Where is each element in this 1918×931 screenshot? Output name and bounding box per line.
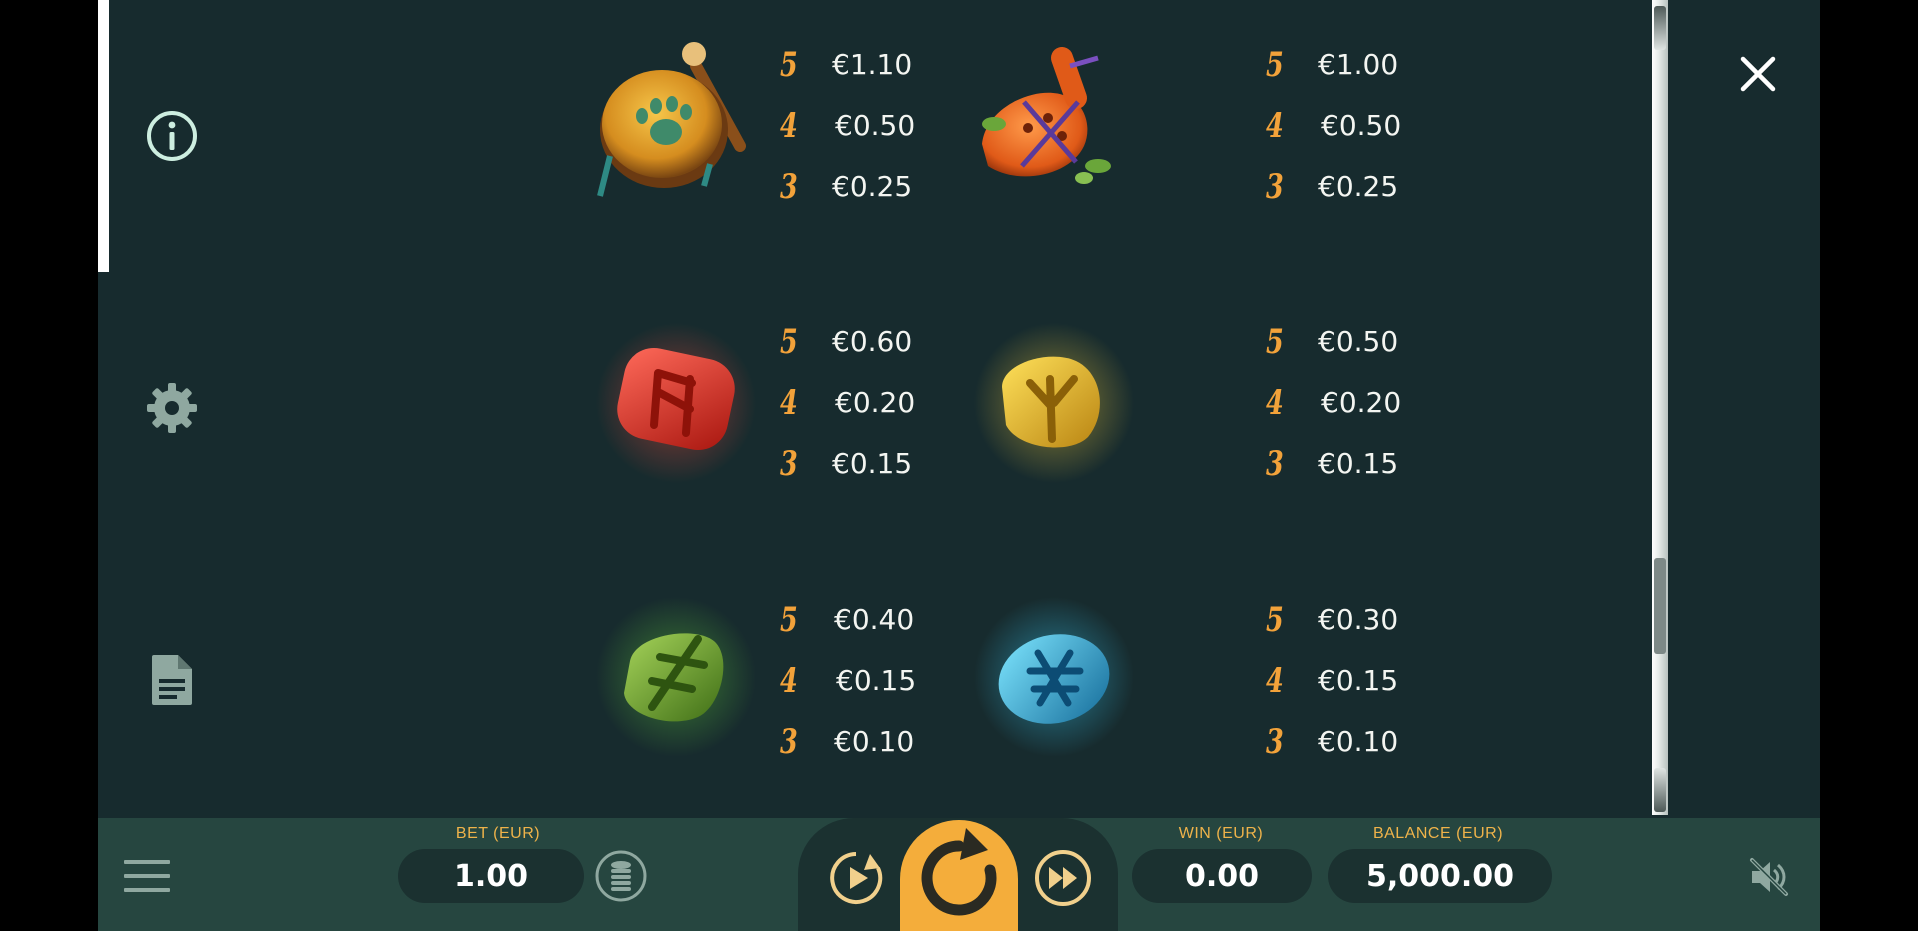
active-section-indicator	[98, 0, 109, 272]
game-window: 5 €1.10 4 €0.50 3 €0.25 5 €1.00 4 €0.50 …	[98, 0, 1820, 931]
pay-value: €0.50	[1321, 109, 1402, 142]
pay-count: 3	[780, 167, 798, 207]
green-rune-symbol	[580, 591, 756, 767]
balance-label: BALANCE (EUR)	[1372, 825, 1504, 842]
pay-row: 3 €0.25	[780, 167, 960, 207]
yellow-rune-symbol	[958, 313, 1134, 489]
autoplay-icon[interactable]	[826, 848, 886, 908]
blue-rune-symbol	[958, 591, 1134, 767]
pay-count: 5	[1266, 600, 1284, 640]
pay-value: €0.20	[835, 386, 916, 419]
bet-value[interactable]: 1.00	[398, 849, 584, 903]
paytable-entry: 5 €1.10 4 €0.50 3 €0.25	[580, 36, 960, 226]
bottom-control-bar: BET (EUR) 1.00 WIN (EUR) 0.00 BALANCE (E…	[98, 818, 1820, 931]
spin-button[interactable]	[900, 820, 1018, 931]
coin-stack-icon[interactable]	[594, 849, 648, 903]
scrollbar-bottom-fade	[1654, 768, 1666, 812]
pay-value: €0.60	[832, 325, 913, 358]
turbo-fast-forward-icon[interactable]	[1033, 848, 1093, 908]
settings-gear-icon[interactable]	[144, 380, 200, 436]
pay-value: €1.10	[832, 48, 913, 81]
pay-value: €0.20	[1321, 386, 1402, 419]
pay-row: 5 €1.10	[780, 45, 960, 85]
pay-row: 4 €0.15	[1266, 661, 1446, 701]
pay-count: 3	[1266, 167, 1284, 207]
menu-icon[interactable]	[124, 858, 170, 894]
bet-label: BET (EUR)	[455, 825, 541, 842]
ocarina-symbol	[958, 36, 1134, 212]
pay-row: 3 €0.10	[1266, 722, 1446, 762]
balance-value: 5,000.00	[1328, 849, 1552, 903]
pay-value: €0.50	[835, 109, 916, 142]
pay-row: 3 €0.15	[1266, 444, 1446, 484]
scrollbar[interactable]	[1652, 0, 1668, 815]
pay-row: 4 €0.50	[780, 106, 960, 146]
paytable-entry: 5 €1.00 4 €0.50 3 €0.25	[958, 36, 1401, 226]
pay-row: 4 €0.15	[780, 661, 960, 701]
pay-value: €1.00	[1318, 48, 1399, 81]
sound-muted-icon[interactable]	[1748, 856, 1790, 898]
pay-value: €0.15	[832, 447, 913, 480]
pay-row: 4 €0.50	[1266, 106, 1446, 146]
pay-row: 4 €0.20	[780, 383, 960, 423]
pay-value: €0.15	[1318, 664, 1399, 697]
pay-value: €0.10	[1318, 725, 1399, 758]
close-icon[interactable]	[1734, 50, 1782, 98]
pay-count: 5	[780, 322, 798, 362]
red-rune-symbol	[580, 313, 756, 489]
pay-value: €0.25	[1318, 170, 1399, 203]
pay-row: 3 €0.15	[780, 444, 960, 484]
scrollbar-top-fade	[1654, 6, 1666, 50]
pay-row: 5 €0.60	[780, 322, 960, 362]
scrollbar-thumb[interactable]	[1654, 558, 1666, 654]
pay-count: 5	[780, 600, 798, 640]
pay-row: 3 €0.25	[1266, 167, 1446, 207]
paytable-entry: 5 €0.40 4 €0.15 3 €0.10	[580, 591, 960, 781]
pay-count: 4	[1266, 383, 1284, 423]
pay-count: 4	[1266, 661, 1284, 701]
pay-value: €0.30	[1318, 603, 1399, 636]
paytable-entry: 5 €0.60 4 €0.20 3 €0.15	[580, 313, 960, 503]
pay-count: 4	[780, 383, 798, 423]
pay-count: 4	[1266, 106, 1284, 146]
pay-row: 5 €0.30	[1266, 600, 1446, 640]
pay-row: 4 €0.20	[1266, 383, 1446, 423]
pay-value: €0.10	[834, 725, 915, 758]
win-label: WIN (EUR)	[1178, 825, 1264, 842]
pay-count: 3	[780, 722, 798, 762]
pay-count: 5	[780, 45, 798, 85]
pay-row: 5 €1.00	[1266, 45, 1446, 85]
pay-value: €0.15	[1318, 447, 1399, 480]
pay-count: 4	[780, 661, 798, 701]
paytable-entry: 5 €0.30 4 €0.15 3 €0.10	[958, 591, 1398, 781]
pay-value: €0.15	[836, 664, 917, 697]
pay-value: €0.50	[1318, 325, 1399, 358]
pay-row: 5 €0.50	[1266, 322, 1446, 362]
pay-count: 4	[780, 106, 798, 146]
pay-value: €0.40	[834, 603, 915, 636]
pay-count: 5	[1266, 45, 1284, 85]
pay-row: 5 €0.40	[780, 600, 960, 640]
paytable-entry: 5 €0.50 4 €0.20 3 €0.15	[958, 313, 1401, 503]
pay-count: 3	[1266, 444, 1284, 484]
win-value: 0.00	[1132, 849, 1312, 903]
info-icon[interactable]	[144, 108, 200, 164]
pay-count: 3	[1266, 722, 1284, 762]
pay-count: 3	[780, 444, 798, 484]
pay-value: €0.25	[832, 170, 913, 203]
pay-row: 3 €0.10	[780, 722, 960, 762]
pay-count: 5	[1266, 322, 1284, 362]
drum-symbol	[580, 36, 756, 212]
document-icon[interactable]	[144, 652, 200, 708]
